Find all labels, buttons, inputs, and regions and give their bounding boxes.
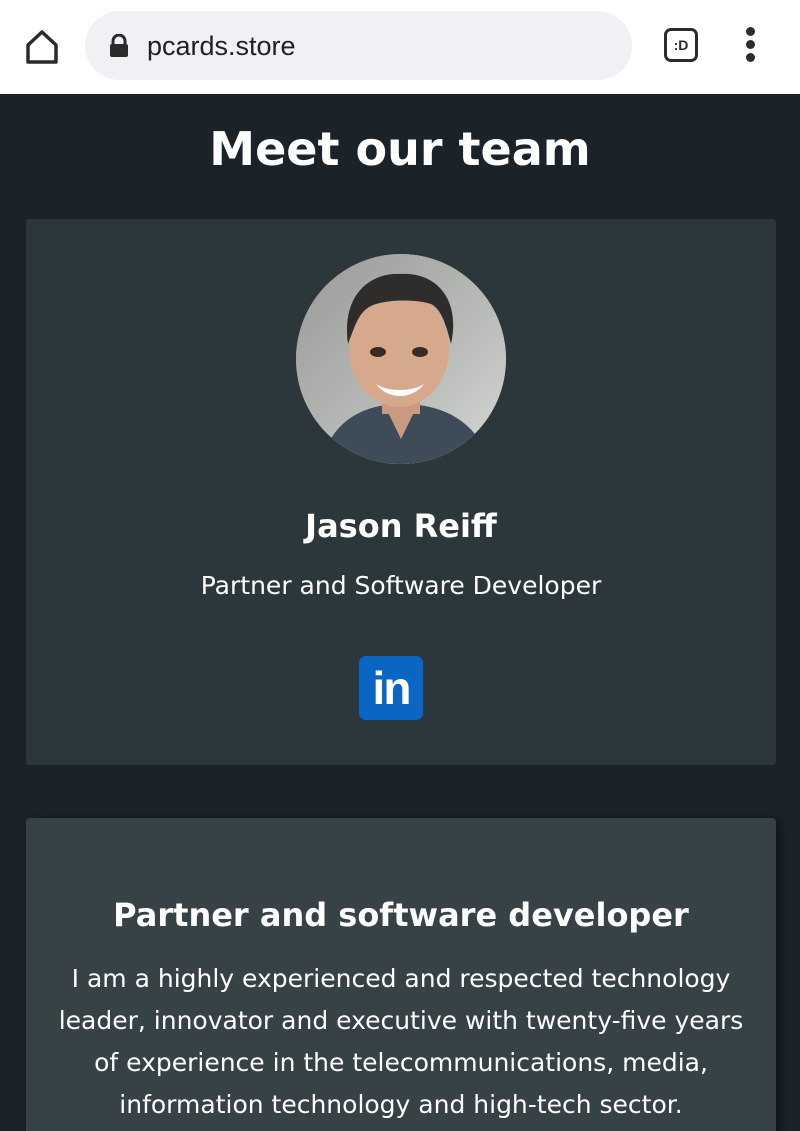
linkedin-label: in xyxy=(372,662,412,714)
member-name: Jason Reiff xyxy=(305,507,497,545)
avatar xyxy=(296,254,506,464)
team-member-card: Jason Reiff Partner and Software Develop… xyxy=(26,219,776,765)
about-bio: I am a highly experienced and respected … xyxy=(58,964,744,1119)
member-role: Partner and Software Developer xyxy=(200,571,602,600)
linkedin-icon[interactable]: in xyxy=(359,656,423,720)
lock-icon xyxy=(109,33,129,58)
page-title: Meet our team xyxy=(209,122,591,176)
about-heading: Partner and software developer xyxy=(113,896,689,934)
home-icon[interactable] xyxy=(20,25,64,69)
tab-switcher-button[interactable]: :D xyxy=(664,28,698,62)
url-text: pcards.store xyxy=(147,31,296,61)
browser-toolbar: pcards.store :D xyxy=(0,0,800,94)
address-bar[interactable]: pcards.store xyxy=(85,11,632,80)
about-card: Partner and software developer I am a hi… xyxy=(26,818,776,1131)
page-content: Meet our team Jason Reiff Partner and So… xyxy=(0,94,800,1131)
more-vert-icon[interactable] xyxy=(740,27,762,63)
